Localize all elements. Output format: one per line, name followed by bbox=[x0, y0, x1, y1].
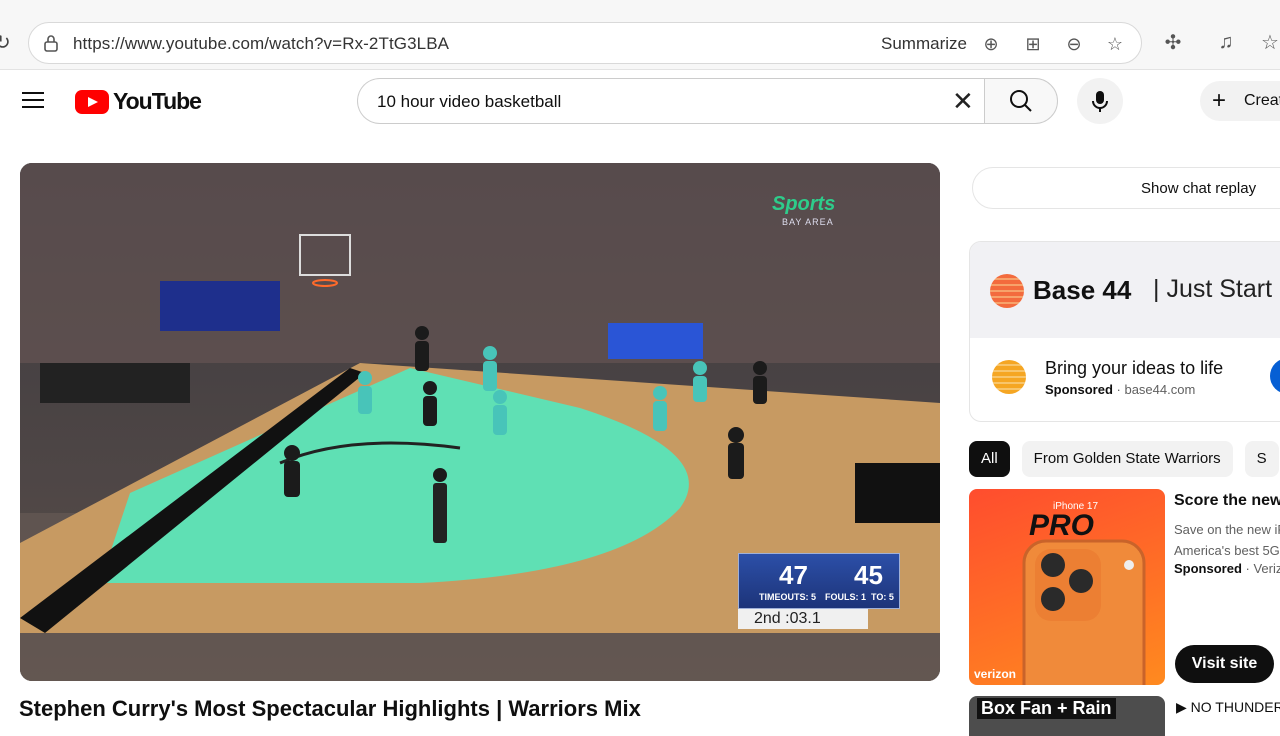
related-video-thumbnail[interactable]: Box Fan + Rain bbox=[969, 696, 1165, 736]
url-text[interactable]: https://www.youtube.com/watch?v=Rx-2TtG3… bbox=[73, 34, 449, 54]
ad2-desc-line2: America's best 5G bbox=[1174, 543, 1280, 558]
extensions-icon[interactable]: ✣ bbox=[1161, 30, 1185, 54]
related-video-title[interactable]: ▶ NO THUNDER bbox=[1176, 699, 1280, 716]
verizon-logo: verizon bbox=[974, 667, 1017, 681]
ad-brand: Base 44 bbox=[1033, 275, 1132, 305]
ad2-desc-line1: Save on the new iPhone bbox=[1174, 522, 1280, 537]
fouls-label: FOULS: 1 bbox=[825, 592, 867, 602]
sponsored-label: Sponsored bbox=[1045, 382, 1113, 397]
ad2-sponsored-line: Sponsored · Verizon bbox=[1174, 561, 1280, 576]
favorite-star-icon[interactable]: ☆ bbox=[1103, 32, 1127, 56]
search-input[interactable]: 10 hour video basketball ✕ bbox=[357, 78, 985, 124]
zoom-out-icon[interactable]: ⊖ bbox=[1062, 32, 1086, 56]
browser-toolbar: ↻ https://www.youtube.com/watch?v=Rx-2Tt… bbox=[0, 0, 1280, 70]
ad2-description: Save on the new iPhone America's best 5G bbox=[1174, 519, 1280, 561]
summarize-button[interactable]: Summarize bbox=[881, 34, 967, 54]
ad-headline[interactable]: Bring your ideas to life bbox=[1045, 358, 1223, 379]
create-button[interactable]: + Create bbox=[1200, 81, 1280, 121]
to-label: TO: 5 bbox=[871, 592, 894, 602]
away-score: 45 bbox=[854, 560, 883, 590]
ad-tagline: | Just Start bbox=[1153, 275, 1273, 303]
search-query[interactable]: 10 hour video basketball bbox=[377, 92, 561, 112]
network-logo: Sports bbox=[772, 193, 836, 215]
chat-replay-label: Show chat replay bbox=[1141, 180, 1257, 197]
network-sub: BAY AREA bbox=[782, 217, 834, 227]
ad-banner[interactable]: Base 44 | Just Start bbox=[970, 242, 1280, 338]
timeouts-label: TIMEOUTS: 5 bbox=[759, 592, 817, 602]
ad2-title[interactable]: Score the new iPhone bbox=[1174, 492, 1280, 510]
home-score: 47 bbox=[779, 560, 808, 590]
related-thumb-text: Box Fan + Rain bbox=[977, 698, 1116, 719]
video-player[interactable]: Sports BAY AREA 47 45 TIMEOUTS: 5 FOULS:… bbox=[20, 163, 940, 681]
apps-icon[interactable]: ⊞ bbox=[1021, 32, 1045, 56]
game-clock: 2nd :03.1 bbox=[738, 609, 868, 629]
filter-chips: All From Golden State Warriors S bbox=[969, 441, 1279, 477]
visit-site-button[interactable]: Visit site bbox=[1175, 645, 1274, 683]
ad2-domain: · Verizon bbox=[1245, 561, 1280, 576]
scoreboard-overlay: 47 45 TIMEOUTS: 5 FOULS: 1 TO: 5 2nd :03… bbox=[738, 553, 900, 629]
youtube-logo[interactable]: YouTube bbox=[75, 88, 202, 115]
plus-icon: + bbox=[1212, 87, 1227, 114]
ad-thumb-word: PRO bbox=[1029, 509, 1095, 542]
site-info-icon[interactable] bbox=[41, 33, 61, 53]
sponsored-ad-card[interactable]: Base 44 | Just Start Bring your ideas to… bbox=[969, 241, 1280, 422]
show-chat-replay-button[interactable]: Show chat replay bbox=[972, 167, 1280, 209]
advertiser-avatar bbox=[992, 360, 1026, 394]
ad-cta-button[interactable] bbox=[1270, 358, 1280, 394]
ad2-sponsored-label: Sponsored bbox=[1174, 561, 1242, 576]
chip-all[interactable]: All bbox=[969, 441, 1010, 477]
ad-domain: · base44.com bbox=[1116, 382, 1196, 397]
favorites-icon[interactable]: ☆ bbox=[1258, 30, 1280, 54]
create-label: Create bbox=[1244, 92, 1280, 109]
menu-icon[interactable] bbox=[22, 92, 44, 108]
media-control-icon[interactable]: ♫ bbox=[1214, 30, 1238, 54]
chip-more[interactable]: S bbox=[1244, 441, 1279, 477]
ad-thumbnail[interactable]: iPhone 17 PRO verizon bbox=[969, 489, 1165, 685]
youtube-play-icon bbox=[75, 89, 109, 114]
copilot-icon[interactable]: ⊕ bbox=[979, 32, 1003, 56]
video-title: Stephen Curry's Most Spectacular Highlig… bbox=[19, 696, 641, 721]
voice-search-button[interactable] bbox=[1077, 78, 1123, 124]
youtube-header: YouTube 10 hour video basketball ✕ + Cre… bbox=[0, 70, 1280, 134]
microphone-icon bbox=[1092, 91, 1108, 112]
chip-from-channel[interactable]: From Golden State Warriors bbox=[1021, 441, 1233, 477]
address-bar[interactable]: https://www.youtube.com/watch?v=Rx-2TtG3… bbox=[28, 22, 1142, 64]
reload-icon[interactable]: ↻ bbox=[0, 30, 11, 55]
logo-text: YouTube bbox=[113, 88, 202, 114]
base44-logo-icon bbox=[990, 274, 1024, 308]
search-icon bbox=[1010, 90, 1032, 112]
search-button[interactable] bbox=[984, 78, 1058, 124]
clear-search-icon[interactable]: ✕ bbox=[952, 88, 974, 114]
ad-sponsored-line: Sponsored · base44.com bbox=[1045, 382, 1195, 397]
